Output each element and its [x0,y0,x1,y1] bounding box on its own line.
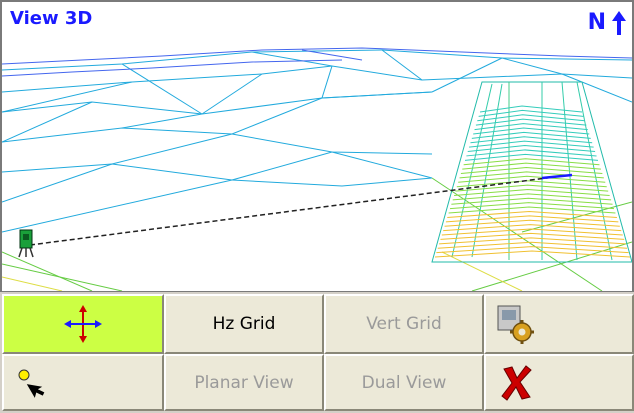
vert-grid-button[interactable]: Vert Grid [324,294,484,354]
view-title: View 3D [10,8,93,29]
dual-view-button[interactable]: Dual View [324,354,484,411]
north-label: N [587,10,606,35]
close-x-icon [501,364,532,401]
select-point-button[interactable] [2,354,164,411]
3d-viewport[interactable]: View 3D N [0,0,634,292]
dual-view-label: Dual View [361,372,447,393]
close-button[interactable] [484,354,634,411]
planar-view-button[interactable]: Planar View [164,354,324,411]
terrain-wireframe [2,47,632,291]
pit-contours [434,105,631,258]
vert-grid-label: Vert Grid [366,314,442,334]
pan-move-icon [64,305,102,343]
hz-grid-label: Hz Grid [212,314,276,334]
north-indicator: N [588,10,626,35]
select-point-icon [18,369,45,398]
settings-button[interactable] [484,294,634,354]
instrument-station-icon [18,229,34,258]
north-arrow-icon [612,10,626,35]
settings-gear-icon [497,305,534,344]
toolbar: Hz Grid Vert Grid Planar View Dual View [0,292,634,413]
hz-grid-button[interactable]: Hz Grid [164,294,324,354]
pan-button[interactable] [2,294,164,354]
planar-view-label: Planar View [194,372,294,393]
